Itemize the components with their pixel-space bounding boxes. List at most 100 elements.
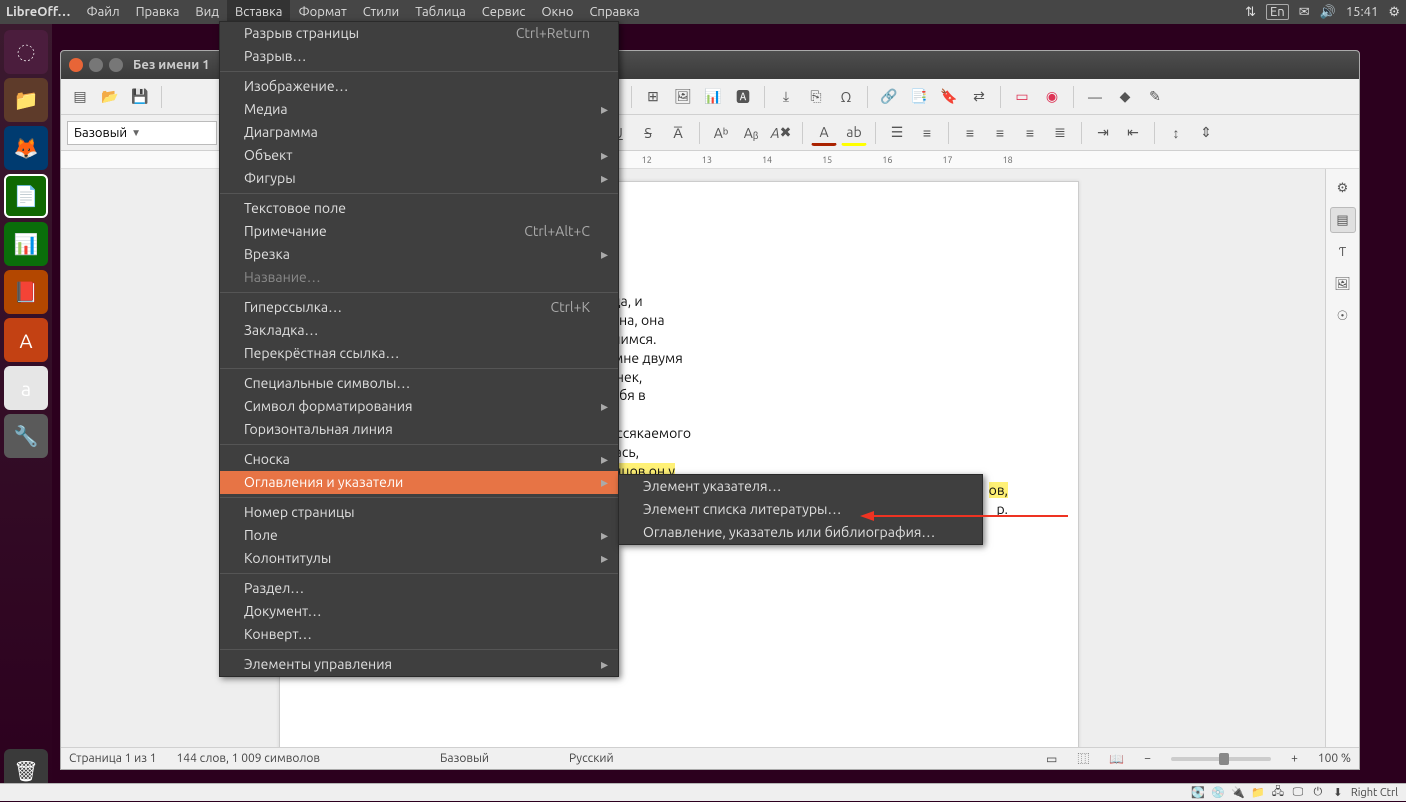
align-center-button[interactable]: ≡ [987,120,1013,146]
status-page[interactable]: Страница 1 из 1 [69,752,157,765]
vm-share-icon[interactable]: 📁 [1251,786,1265,800]
launcher-settings[interactable]: 🔧 [4,414,48,458]
window-minimize-button[interactable] [89,58,103,72]
zoom-value[interactable]: 100 % [1318,752,1351,765]
insert-menu-item[interactable]: Колонтитулы▸ [220,547,618,570]
insert-menu-item[interactable]: Медиа▸ [220,98,618,121]
submenu-toc-index[interactable]: Оглавление, указатель или библиография… [619,521,982,544]
insert-menu-item[interactable]: Перекрёстная ссылка… [220,342,618,365]
paraspacing-button[interactable]: ⇕ [1193,120,1219,146]
save-button[interactable]: 💾 [127,84,153,110]
insert-menu-item[interactable]: Разрыв страницыCtrl+Return [220,22,618,45]
insert-menu-item[interactable]: Специальные символы… [220,372,618,395]
mail-icon[interactable]: ✉ [1299,5,1310,20]
zoom-slider[interactable] [1171,757,1271,761]
bookmark-button[interactable]: 🔖 [936,84,962,110]
vm-optical-icon[interactable]: 💿 [1211,786,1225,800]
superscript-button[interactable]: Aᵇ [708,120,734,146]
insert-menu-item[interactable]: Горизонтальная линия [220,418,618,441]
sidebar-styles-icon[interactable]: Ƭ [1330,239,1356,265]
footnote-button[interactable]: 📑 [906,84,932,110]
view-book-icon[interactable]: 📖 [1109,752,1124,766]
gear-icon[interactable]: ⚙ [1388,5,1400,20]
open-button[interactable]: 📂 [97,84,123,110]
menu-edit[interactable]: Правка [128,0,188,24]
chart-button[interactable]: 📊 [700,84,726,110]
overline-button[interactable]: A̅ [665,120,691,146]
insert-menu-item[interactable]: Гиперссылка…Ctrl+K [220,296,618,319]
vm-disk-icon[interactable]: 💽 [1191,786,1205,800]
insert-menu-item[interactable]: Объект▸ [220,144,618,167]
strikethrough-button[interactable]: S [635,120,661,146]
insert-menu-item[interactable]: Текстовое поле [220,197,618,220]
cleardirect-button[interactable]: A✖ [768,120,794,146]
insert-menu-item[interactable]: Сноска▸ [220,448,618,471]
window-close-button[interactable] [69,58,83,72]
vm-capture-icon[interactable]: ⬇ [1331,786,1345,800]
paragraph-style-combo[interactable]: Базовый ▼ [67,121,217,145]
launcher-firefox[interactable]: 🦊 [4,126,48,170]
linespacing-button[interactable]: ↕ [1163,120,1189,146]
insert-menu-item[interactable]: Закладка… [220,319,618,342]
crossref-button[interactable]: ⇄ [966,84,992,110]
insert-menu-item[interactable]: Изображение… [220,75,618,98]
insert-menu-item[interactable]: ПримечаниеCtrl+Alt+C [220,220,618,243]
insert-menu-item[interactable]: Фигуры▸ [220,167,618,190]
new-button[interactable]: ▤ [67,84,93,110]
submenu-biblio-entry[interactable]: Элемент списка литературы… [619,498,982,521]
field-button[interactable]: ⎘ [803,84,829,110]
shape-button[interactable]: ◆ [1112,84,1138,110]
comment-button[interactable]: ▭ [1009,84,1035,110]
insert-menu-item[interactable]: Поле▸ [220,524,618,547]
insert-menu-item[interactable]: Раздел… [220,577,618,600]
insert-menu-item[interactable]: Документ… [220,600,618,623]
launcher-impress[interactable]: 📕 [4,270,48,314]
status-language[interactable]: Русский [569,752,614,765]
specialchar-button[interactable]: Ω [833,84,859,110]
launcher-dash[interactable]: ◌ [4,30,48,74]
indent-dec-button[interactable]: ⇤ [1120,120,1146,146]
highlight-button[interactable]: ab [841,120,867,146]
insert-menu-item[interactable]: Конверт… [220,623,618,646]
align-left-button[interactable]: ≡ [957,120,983,146]
indent-inc-button[interactable]: ⇥ [1090,120,1116,146]
sound-icon[interactable]: 🔊 [1320,5,1336,20]
insert-menu-item[interactable]: Элементы управления▸ [220,653,618,676]
vm-power-icon[interactable]: ⏻ [1311,786,1325,800]
image-button[interactable]: 🖼 [670,84,696,110]
status-style[interactable]: Базовый [440,752,489,765]
vm-display-icon[interactable]: 🖵 [1291,786,1305,800]
line-button[interactable]: — [1082,84,1108,110]
sidebar-properties-icon[interactable]: ▤ [1330,207,1356,233]
subscript-button[interactable]: Aᵦ [738,120,764,146]
pagebreak-button[interactable]: ⤓ [773,84,799,110]
fontcolor-button[interactable]: A [811,120,837,146]
launcher-amazon[interactable]: a [4,366,48,410]
submenu-index-entry[interactable]: Элемент указателя… [619,475,982,498]
view-single-icon[interactable]: ▭ [1046,752,1057,766]
zoom-in-button[interactable]: + [1291,752,1298,765]
textbox-button[interactable]: 🅰 [730,84,756,110]
align-justify-button[interactable]: ≣ [1047,120,1073,146]
insert-menu-item[interactable]: Символ форматирования▸ [220,395,618,418]
sidebar-navigator-icon[interactable]: ☉ [1330,303,1356,329]
trackchanges-button[interactable]: ◉ [1039,84,1065,110]
vm-network-icon[interactable]: 🖧 [1271,786,1285,800]
numberlist-button[interactable]: ≡ [914,120,940,146]
insert-menu-item[interactable]: Врезка▸ [220,243,618,266]
status-words[interactable]: 144 слов, 1 009 символов [177,752,321,765]
sidebar-settings-icon[interactable]: ⚙ [1330,175,1356,201]
insert-menu-item[interactable]: Номер страницы [220,501,618,524]
launcher-calc[interactable]: 📊 [4,222,48,266]
insert-menu-item[interactable]: Разрыв… [220,45,618,68]
insert-menu-item[interactable]: Оглавления и указатели▸ [220,471,618,494]
menu-file[interactable]: Файл [79,0,128,24]
launcher-files[interactable]: 📁 [4,78,48,122]
launcher-software[interactable]: A [4,318,48,362]
view-multi-icon[interactable]: ⿲ [1077,750,1089,767]
keyboard-indicator[interactable]: En [1266,4,1289,20]
insert-menu-item[interactable]: Диаграмма [220,121,618,144]
clock[interactable]: 15:41 [1346,5,1379,19]
sidebar-gallery-icon[interactable]: 🖼 [1330,271,1356,297]
launcher-writer[interactable]: 📄 [4,174,48,218]
